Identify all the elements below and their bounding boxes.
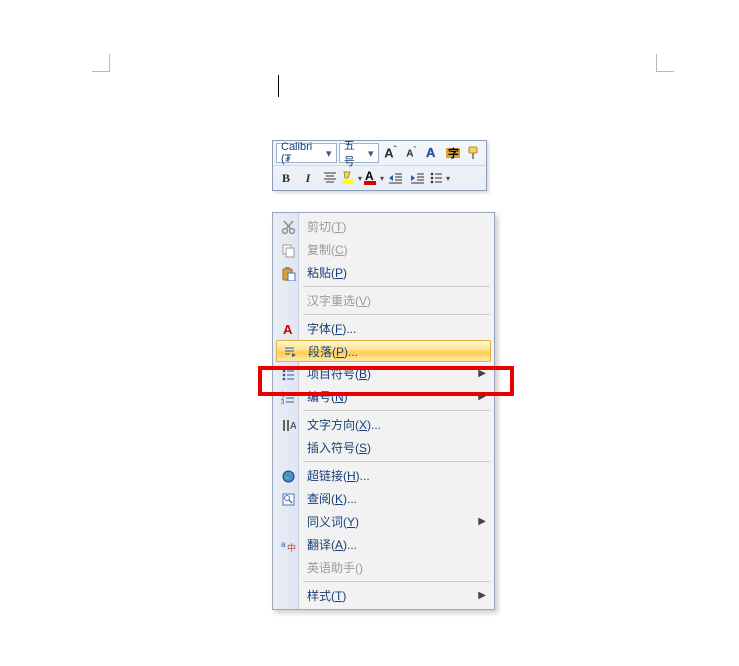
- menu-item-font[interactable]: A 字体(F)...: [275, 317, 492, 340]
- svg-text:a: a: [281, 540, 286, 549]
- center-align-button[interactable]: [320, 168, 340, 188]
- submenu-arrow-icon: ▶: [478, 391, 486, 402]
- font-color-icon: A: [364, 170, 379, 186]
- context-menu: 剪切(T) 复制(C) 粘贴(P) 汉字重选(V) A 字体(F)... 段落(P)... 项…: [272, 212, 495, 610]
- menu-item-label: 编号(N): [307, 388, 348, 405]
- menu-item-lookup[interactable]: 查阅(K)...: [275, 487, 492, 510]
- grow-font-icon: Aˆ: [384, 145, 396, 160]
- menu-item-label: 字体(F)...: [307, 320, 356, 337]
- increase-indent-button[interactable]: [408, 168, 428, 188]
- menu-item-label: 段落(P)...: [308, 343, 358, 360]
- paste-icon: [279, 264, 297, 282]
- italic-button[interactable]: I: [298, 168, 318, 188]
- bullets-button[interactable]: ▾: [430, 168, 450, 188]
- bold-icon: B: [282, 171, 290, 186]
- menu-item-label: 汉字重选(V): [307, 292, 371, 309]
- decrease-indent-button[interactable]: [386, 168, 406, 188]
- menu-item-assistant: 英语助手(): [275, 556, 492, 579]
- dropdown-icon: ▾: [380, 174, 384, 183]
- menu-item-label: 剪切(T): [307, 218, 346, 235]
- menu-item-symbol[interactable]: 插入符号(S): [275, 436, 492, 459]
- menu-item-label: 样式(T): [307, 587, 346, 604]
- italic-icon: I: [306, 171, 311, 186]
- menu-item-paragraph[interactable]: 段落(P)...: [276, 340, 491, 362]
- shrink-font-button[interactable]: Aˇ: [402, 143, 421, 163]
- menu-item-label: 项目符号(B): [307, 365, 371, 382]
- menu-item-copy: 复制(C): [275, 238, 492, 261]
- submenu-arrow-icon: ▶: [478, 516, 486, 527]
- svg-text:A: A: [290, 421, 296, 432]
- menu-item-reconvert: 汉字重选(V): [275, 289, 492, 312]
- numbering-icon: 123: [279, 388, 297, 406]
- increase-indent-icon: [411, 171, 425, 185]
- font-name-value: Calibri (₮: [281, 141, 322, 165]
- menu-item-label: 英语助手(): [307, 559, 363, 576]
- page-margin-corner-tr: [656, 54, 674, 72]
- bullets-icon: [279, 365, 297, 383]
- font-size-value: 五号: [344, 137, 364, 169]
- dropdown-icon: ▾: [366, 147, 376, 160]
- svg-text:3: 3: [281, 400, 285, 405]
- menu-item-style[interactable]: 样式(T) ▶: [275, 584, 492, 607]
- lookup-icon: [279, 490, 297, 508]
- dropdown-icon: ▾: [446, 174, 450, 183]
- shrink-font-icon: Aˇ: [406, 147, 416, 159]
- grow-font-button[interactable]: Aˆ: [381, 143, 400, 163]
- svg-text:字: 字: [448, 146, 459, 160]
- decrease-indent-icon: [389, 171, 403, 185]
- character-shading-icon: 字: [445, 145, 461, 161]
- menu-item-label: 复制(C): [307, 241, 348, 258]
- page-margin-corner-tl: [92, 54, 110, 72]
- submenu-arrow-icon: ▶: [478, 590, 486, 601]
- paragraph-icon: [280, 343, 298, 361]
- center-align-icon: [323, 171, 337, 185]
- menu-item-label: 文字方向(X)...: [307, 416, 381, 433]
- font-size-combo[interactable]: 五号 ▾: [339, 143, 379, 163]
- svg-text:中: 中: [287, 542, 296, 553]
- copy-icon: [279, 241, 297, 259]
- dropdown-icon: ▾: [324, 147, 334, 160]
- font-name-combo[interactable]: Calibri (₮ ▾: [276, 143, 337, 163]
- format-painter-button[interactable]: [464, 143, 483, 163]
- globe-icon: [279, 467, 297, 485]
- menu-item-label: 同义词(Y): [307, 513, 359, 530]
- scissors-icon: [279, 218, 297, 236]
- highlight-icon: [342, 170, 357, 186]
- font-color-button[interactable]: A ▾: [364, 168, 384, 188]
- menu-item-synonym[interactable]: 同义词(Y) ▶: [275, 510, 492, 533]
- menu-item-paste[interactable]: 粘贴(P): [275, 261, 492, 284]
- menu-item-label: 查阅(K)...: [307, 490, 357, 507]
- menu-item-numbering[interactable]: 123 编号(N) ▶: [275, 385, 492, 408]
- menu-item-label: 超链接(H)...: [307, 467, 370, 484]
- translate-icon: a中: [279, 536, 297, 554]
- dropdown-icon: ▾: [358, 174, 362, 183]
- menu-item-translate[interactable]: a中翻译(A)...: [275, 533, 492, 556]
- character-shading-button[interactable]: 字: [443, 143, 462, 163]
- text-effects-icon: A: [424, 145, 440, 161]
- submenu-arrow-icon: ▶: [478, 368, 486, 379]
- svg-text:A: A: [426, 145, 436, 160]
- menu-item-label: 翻译(A)...: [307, 536, 357, 553]
- format-painter-icon: [466, 145, 482, 161]
- bullets-icon: [430, 171, 446, 185]
- svg-text:A: A: [283, 322, 293, 337]
- menu-item-label: 插入符号(S): [307, 439, 371, 456]
- menu-item-cut: 剪切(T): [275, 215, 492, 238]
- menu-item-bullets[interactable]: 项目符号(B) ▶: [275, 362, 492, 385]
- mini-toolbar: Calibri (₮ ▾ 五号 ▾ Aˆ Aˇ A 字: [272, 140, 487, 191]
- text-effects-button[interactable]: A: [422, 143, 441, 163]
- menu-item-hyperlink[interactable]: 超链接(H)...: [275, 464, 492, 487]
- text-cursor: [278, 75, 279, 97]
- menu-item-label: 粘贴(P): [307, 264, 347, 281]
- bold-button[interactable]: B: [276, 168, 296, 188]
- menu-item-direction[interactable]: A 文字方向(X)...: [275, 413, 492, 436]
- highlight-button[interactable]: ▾: [342, 168, 362, 188]
- font-a-icon: A: [279, 320, 297, 338]
- direction-icon: A: [279, 416, 297, 434]
